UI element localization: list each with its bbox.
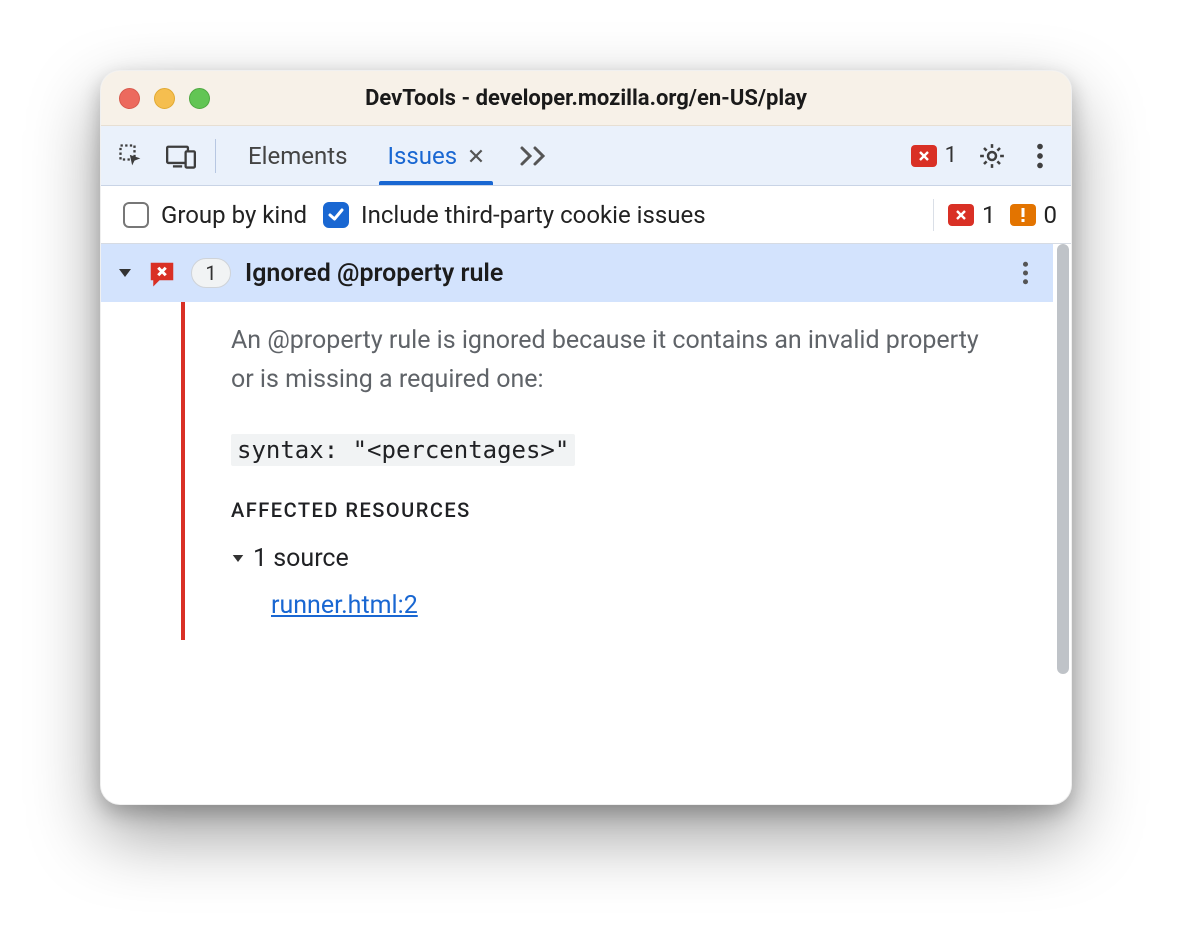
warning-summary[interactable]: 0 bbox=[1010, 201, 1058, 229]
device-toolbar-icon[interactable] bbox=[161, 143, 201, 169]
tab-elements[interactable]: Elements bbox=[228, 126, 367, 185]
chevron-down-icon bbox=[117, 267, 133, 279]
issue-code-snippet: syntax: "<percentages>" bbox=[231, 434, 575, 466]
chevron-down-icon bbox=[231, 553, 245, 564]
issue-header[interactable]: 1 Ignored @property rule bbox=[101, 244, 1053, 302]
warning-icon bbox=[1010, 204, 1036, 226]
issue-count-pill: 1 bbox=[191, 258, 231, 288]
tab-issues[interactable]: Issues bbox=[367, 126, 505, 185]
error-bubble-icon bbox=[147, 259, 177, 287]
more-tabs-icon[interactable] bbox=[505, 126, 563, 185]
minimize-dot[interactable] bbox=[154, 88, 175, 109]
separator bbox=[933, 199, 934, 231]
checkbox-label: Include third-party cookie issues bbox=[361, 201, 706, 229]
checkbox-checked-icon bbox=[323, 202, 349, 228]
close-dot[interactable] bbox=[119, 88, 140, 109]
warning-count: 0 bbox=[1044, 201, 1058, 229]
issue-body: An @property rule is ignored because it … bbox=[101, 302, 1053, 640]
devtools-window: DevTools - developer.mozilla.org/en-US/p… bbox=[100, 70, 1072, 805]
issue-kebab-icon[interactable] bbox=[1007, 261, 1043, 285]
panel-tabstrip: Elements Issues 1 bbox=[101, 126, 1071, 186]
issue-description: An @property rule is ignored because it … bbox=[231, 322, 1001, 400]
close-icon[interactable] bbox=[467, 147, 485, 165]
sources-label: 1 source bbox=[253, 544, 349, 573]
source-link[interactable]: runner.html:2 bbox=[271, 591, 418, 620]
issue-title: Ignored @property rule bbox=[245, 259, 503, 288]
error-icon bbox=[948, 204, 974, 226]
issues-filterbar: Group by kind Include third-party cookie… bbox=[101, 186, 1071, 244]
issues-list: 1 Ignored @property rule An @property ru… bbox=[101, 244, 1053, 804]
tab-label: Elements bbox=[248, 142, 347, 170]
error-count: 1 bbox=[982, 201, 996, 229]
error-count: 1 bbox=[945, 143, 957, 168]
error-summary[interactable]: 1 bbox=[948, 201, 996, 229]
kebab-icon[interactable] bbox=[1019, 143, 1061, 169]
severity-rule bbox=[181, 302, 185, 640]
third-party-checkbox[interactable]: Include third-party cookie issues bbox=[323, 201, 706, 229]
titlebar: DevTools - developer.mozilla.org/en-US/p… bbox=[101, 71, 1071, 126]
affected-resources-heading: AFFECTED RESOURCES bbox=[231, 498, 1029, 522]
sources-toggle[interactable]: 1 source bbox=[231, 544, 1029, 573]
window-title: DevTools - developer.mozilla.org/en-US/p… bbox=[101, 86, 1071, 111]
group-by-kind-checkbox[interactable]: Group by kind bbox=[123, 201, 307, 229]
scrollbar[interactable] bbox=[1053, 244, 1071, 804]
scroll-thumb[interactable] bbox=[1057, 244, 1069, 674]
inspect-element-icon[interactable] bbox=[111, 142, 151, 170]
error-icon bbox=[911, 145, 937, 167]
zoom-dot[interactable] bbox=[189, 88, 210, 109]
checkbox-label: Group by kind bbox=[161, 201, 307, 229]
gear-icon[interactable] bbox=[971, 141, 1013, 171]
error-count-badge[interactable]: 1 bbox=[903, 143, 965, 168]
tab-label: Issues bbox=[387, 142, 457, 170]
separator bbox=[215, 139, 216, 173]
checkbox-unchecked-icon bbox=[123, 202, 149, 228]
